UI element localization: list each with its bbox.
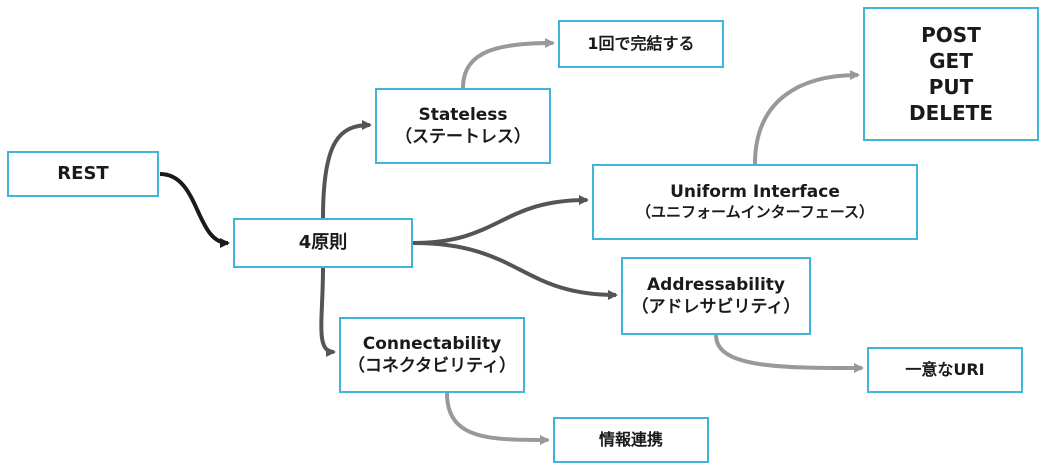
arrow-connectability-to-info [445,392,550,445]
arrow-principles-to-addressability [412,241,618,300]
node-http-methods: POST GET PUT DELETE [863,7,1039,141]
node-addressability-name: Addressability [647,274,785,295]
arrow-uniform-to-methods [753,70,860,165]
node-rest-label: REST [57,163,109,185]
arrow-principles-to-stateless [321,120,372,219]
arrow-addressability-to-uri [714,334,864,373]
node-uniform-interface: Uniform Interface （ユニフォームインターフェース） [592,164,918,240]
node-connectability-name: Connectability [362,333,502,354]
method-delete: DELETE [909,101,993,125]
node-complete-in-one-label: 1回で完結する [587,33,695,53]
node-unique-uri: 一意なURI [867,347,1023,393]
arrow-principles-to-connectability [319,267,336,357]
mind-map-diagram: REST 4原則 Stateless （ステートレス） 1回で完結する POST… [0,0,1059,467]
method-post: POST [921,23,981,47]
node-addressability: Addressability （アドレサビリティ） [621,257,811,335]
node-unique-uri-label: 一意なURI [905,359,985,379]
node-four-principles-label: 4原則 [298,232,348,254]
node-info-link-label: 情報連携 [598,429,663,449]
node-stateless-name: Stateless [418,104,508,125]
arrow-rest-to-principles [159,172,230,248]
node-stateless: Stateless （ステートレス） [375,88,551,164]
node-connectability: Connectability （コネクタビリティ） [339,317,525,393]
arrow-stateless-to-once [461,38,555,89]
method-put: PUT [928,75,974,99]
node-info-link: 情報連携 [553,417,709,463]
node-uniform-interface-name: Uniform Interface [670,182,840,203]
method-get: GET [929,49,973,73]
node-complete-in-one: 1回で完結する [558,20,724,68]
node-uniform-interface-reading: （ユニフォームインターフェース） [636,203,874,222]
node-stateless-reading: （ステートレス） [395,127,531,147]
node-rest: REST [7,151,159,197]
arrow-principles-to-uniform [412,195,589,245]
node-four-principles: 4原則 [233,218,413,268]
node-addressability-reading: （アドレサビリティ） [631,297,801,317]
node-connectability-reading: （コネクタビリティ） [347,356,517,376]
